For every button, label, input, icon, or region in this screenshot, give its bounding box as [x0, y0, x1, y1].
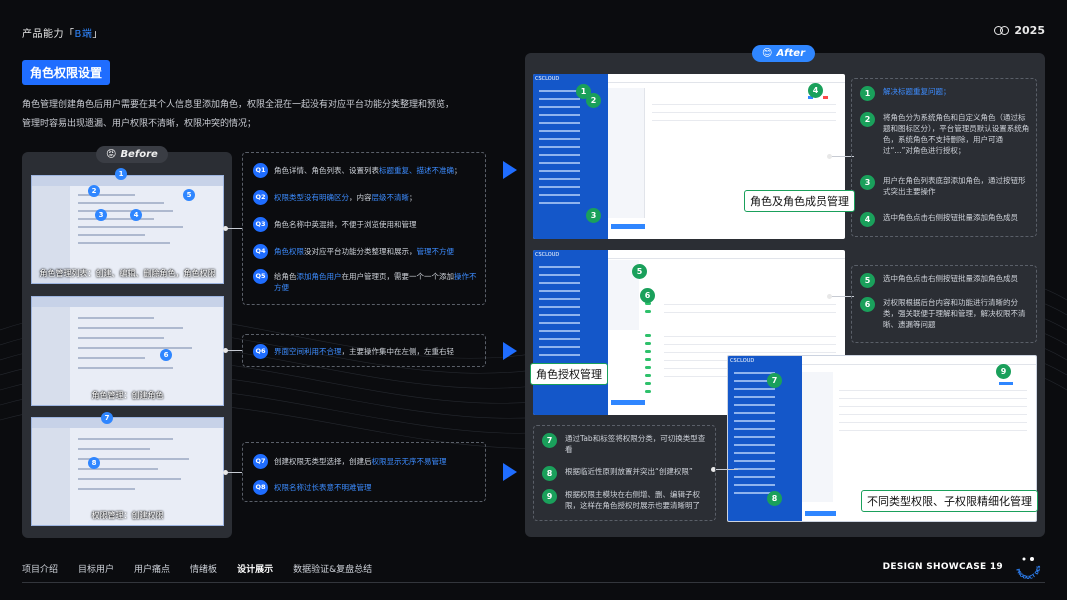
marker-8: 8 — [88, 457, 100, 469]
category-prefix: 产品能力「 — [22, 29, 75, 40]
section-tag: 角色权限设置 — [22, 60, 111, 85]
question-q4: Q4 角色权限没对应平台功能分类整理和展示，管理不方便 — [253, 244, 454, 259]
connector-6 — [711, 467, 738, 472]
before-caption-3: 权限管理：创建权限 — [91, 511, 164, 520]
q5-text: 给角色添加角色用户在用户管理页，需要一个一个添加操作不方便 — [274, 272, 477, 292]
marker-6: 6 — [160, 349, 172, 361]
marker-7: 7 — [101, 412, 113, 424]
questions-box-2: Q6 界面空间利用不合理，主要操作集中在左侧，左重右轻 — [242, 334, 486, 367]
q4-text: 角色权限没对应平台功能分类整理和展示，管理不方便 — [274, 247, 454, 256]
design-showcase-label: DESIGN SHOWCASE 19 — [882, 562, 1003, 572]
label-permission-types: 不同类型权限、子权限精细化管理 — [861, 490, 1038, 512]
notes-box-3: 7 通过Tab和标签将权限分类，可切换类型查看 8 根据临近性原则放置并突出“创建权… — [533, 425, 716, 521]
footer-nav-item[interactable]: 项目介绍 — [22, 562, 58, 575]
note-8: 8 根据临近性原则放置并突出“创建权限” — [542, 466, 712, 481]
footer-nav-item[interactable]: 用户痛点 — [134, 562, 170, 575]
after-marker-6: 6 — [640, 288, 655, 303]
connector-1 — [223, 226, 242, 231]
footer-nav-item[interactable]: 情绪板 — [190, 562, 217, 575]
notes-box-1: 1 解决标题重复问题； 2 将角色分为系统角色和自定义角色（通过标题和图标区分），平… — [851, 78, 1037, 237]
arrow-right-icon — [503, 463, 517, 481]
note-5: 5 选中角色点击右侧按钮批量添加角色成员 — [860, 273, 1030, 288]
app-name-2: CSCLOUD — [535, 252, 560, 258]
product-design-badge-icon: PRODUCT DESIGN — [1011, 552, 1042, 581]
rings-icon — [994, 26, 1010, 35]
connector-3 — [223, 470, 242, 475]
q7-text: 创建权限无类型选择，创建后权限显示无序不易管理 — [274, 457, 447, 466]
before-caption-2: 角色管理：创建角色 — [91, 391, 164, 400]
app-name-3: CSCLOUD — [730, 358, 755, 364]
after-marker-2: 2 — [586, 93, 601, 108]
question-q2: Q2 权限类型没有明确区分，内容层级不清晰； — [253, 190, 417, 205]
footer-nav: 项目介绍 目标用户 用户痛点 情绪板 设计展示 数据验证&复盘总结 — [22, 562, 372, 575]
after-marker-3: 3 — [586, 208, 601, 223]
intro-text: 角色管理创建角色后用户需要在其个人信息里添加角色，权限全混在一起没有对应平台功能… — [22, 100, 455, 129]
question-q6: Q6 界面空间利用不合理，主要操作集中在左侧，左重右轻 — [253, 344, 454, 359]
after-shot-role-members: CSCLOUD — [533, 74, 845, 239]
question-q5: Q5 给角色添加角色用户在用户管理页，需要一个一个添加操作不方便 — [253, 269, 477, 293]
before-shot-create-permission: 权限管理：创建权限 — [31, 417, 224, 526]
footer-divider — [22, 582, 1045, 583]
after-label: After — [776, 48, 806, 59]
connector-2 — [223, 348, 242, 353]
q3-text: 角色名称中英混排，不便于浏览使用和管理 — [274, 220, 417, 229]
before-shot-create-role: 角色管理：创建角色 — [31, 296, 224, 406]
after-marker-7: 7 — [767, 373, 782, 388]
q1-text: 角色详情、角色列表、设置列表标题重复、描述不准确； — [274, 166, 462, 175]
after-pill: 😊 After — [752, 45, 816, 62]
after-marker-8: 8 — [767, 491, 782, 506]
marker-4: 4 — [130, 209, 142, 221]
questions-box-1: Q1 角色详情、角色列表、设置列表标题重复、描述不准确； Q2 权限类型没有明确区分… — [242, 152, 486, 305]
angry-emoji-icon: 😡 — [106, 149, 117, 160]
after-marker-5: 5 — [632, 264, 647, 279]
marker-2: 2 — [88, 185, 100, 197]
before-shot-role-list: 角色管理列表：创建、编辑、删除角色，角色权限 — [31, 175, 224, 284]
question-q7: Q7 创建权限无类型选择，创建后权限显示无序不易管理 — [253, 454, 447, 469]
marker-1: 1 — [115, 168, 127, 180]
footer-nav-item-active[interactable]: 设计展示 — [237, 562, 273, 575]
note-2: 2 将角色分为系统角色和自定义角色（通过标题和图标区分），平台管理员默认设置系统角… — [860, 112, 1030, 156]
marker-5: 5 — [183, 189, 195, 201]
note-3: 3 用户在角色列表底部添加角色，通过按钮形式突出主要操作 — [860, 175, 1030, 197]
arrow-right-icon — [503, 342, 517, 360]
note-7: 7 通过Tab和标签将权限分类，可切换类型查看 — [542, 433, 712, 455]
after-marker-9: 9 — [996, 364, 1011, 379]
note-4: 4 选中角色点击右侧按钮批量添加角色成员 — [860, 212, 1030, 227]
svg-text:PRODUCT DESIGN: PRODUCT DESIGN — [1011, 552, 1042, 581]
question-q3: Q3 角色名称中英混排，不便于浏览使用和管理 — [253, 217, 417, 232]
footer-nav-item[interactable]: 数据验证&复盘总结 — [293, 562, 372, 575]
footer-nav-item[interactable]: 目标用户 — [78, 562, 114, 575]
note-1: 1 解决标题重复问题； — [860, 86, 1030, 101]
after-marker-4: 4 — [808, 83, 823, 98]
q6-text: 界面空间利用不合理，主要操作集中在左侧，左重右轻 — [274, 347, 454, 356]
arrow-right-icon — [503, 161, 517, 179]
note-6: 6 对权限根据后台内容和功能进行清晰的分类，强关联便于理解和管理，解决权限不清晰、… — [860, 297, 1030, 330]
question-q8: Q8 权限名称过长表意不明难管理 — [253, 480, 372, 495]
logo-year: 2025 — [1014, 24, 1045, 37]
label-role-members: 角色及角色成员管理 — [744, 190, 855, 212]
q8-text: 权限名称过长表意不明难管理 — [274, 483, 372, 492]
smile-emoji-icon: 😊 — [762, 48, 773, 59]
note-9: 9 根据权限主模块在右侧增、删、编辑子权限，这样在角色授权时展示也要清晰明了 — [542, 489, 712, 511]
q2-text: 权限类型没有明确区分，内容层级不清晰； — [274, 193, 417, 202]
badge-text: PRODUCT DESIGN — [1011, 552, 1042, 581]
before-caption-1: 角色管理列表：创建、编辑、删除角色，角色权限 — [39, 269, 216, 278]
questions-box-3: Q7 创建权限无类型选择，创建后权限显示无序不易管理 Q8 权限名称过长表意不明难管… — [242, 442, 486, 502]
page-category: 产品能力「B端」 — [22, 25, 103, 40]
year-logo: 2025 — [994, 24, 1045, 37]
label-role-authorization: 角色授权管理 — [530, 363, 608, 385]
app-name-1: CSCLOUD — [535, 76, 560, 82]
before-pill: 😡 Before — [96, 146, 168, 163]
marker-3: 3 — [95, 209, 107, 221]
category-highlight: B端 — [74, 29, 93, 40]
question-q1: Q1 角色详情、角色列表、设置列表标题重复、描述不准确； — [253, 163, 462, 178]
notes-box-2: 5 选中角色点击右侧按钮批量添加角色成员 6 对权限根据后台内容和功能进行清晰的分类… — [851, 265, 1037, 343]
category-suffix: 」 — [92, 29, 103, 40]
before-label: Before — [120, 149, 158, 160]
